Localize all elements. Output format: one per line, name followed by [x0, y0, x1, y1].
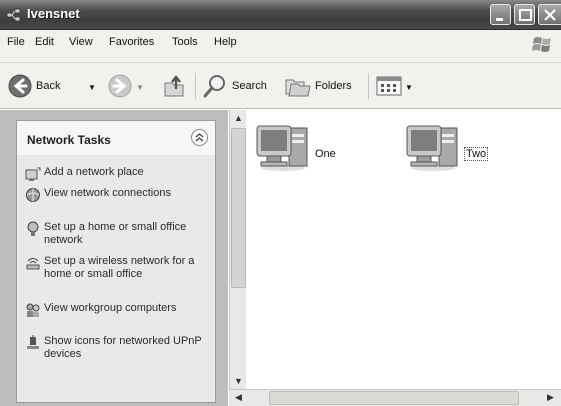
search-label: Search: [232, 80, 267, 92]
menu-help[interactable]: Help: [214, 36, 237, 48]
task-view-network-connections[interactable]: View network connections: [25, 187, 213, 215]
task-label: Set up a wireless network for a home or …: [44, 255, 195, 280]
back-label: Back: [36, 80, 61, 92]
scroll-left-icon[interactable]: ◀: [231, 390, 246, 405]
views-button[interactable]: ▼: [374, 70, 418, 102]
menu-tools[interactable]: Tools: [172, 36, 198, 48]
add-network-place-icon: [25, 166, 41, 182]
folders-icon: [284, 74, 312, 101]
forward-arrow-icon: [108, 74, 132, 101]
menu-view[interactable]: View: [69, 36, 93, 48]
forward-dropdown-icon[interactable]: ▼: [136, 83, 144, 92]
item-label: One: [315, 148, 336, 160]
task-setup-wireless-network[interactable]: Set up a wireless network for a home or …: [25, 255, 213, 295]
scroll-right-icon[interactable]: ▶: [543, 390, 558, 405]
horizontal-scrollbar[interactable]: ◀ ▶: [229, 389, 561, 406]
scroll-up-icon[interactable]: ▲: [231, 111, 246, 126]
task-label: Add a network place: [44, 166, 144, 178]
task-label: View workgroup computers: [44, 302, 177, 314]
menu-bar: File Edit View Favorites Tools Help: [0, 30, 561, 63]
horizontal-scroll-thumb[interactable]: [269, 391, 519, 405]
back-dropdown-icon[interactable]: ▼: [88, 83, 96, 92]
task-show-upnp-icons[interactable]: Show icons for networked UPnP devices: [25, 335, 213, 375]
computer-icon: [403, 120, 463, 175]
close-button[interactable]: [538, 4, 561, 25]
home-network-icon: [25, 221, 41, 237]
vertical-scroll-thumb[interactable]: [231, 128, 246, 288]
network-tasks-title: Network Tasks: [27, 133, 111, 147]
back-button[interactable]: Back ▼: [6, 70, 98, 102]
task-label: Show icons for networked UPnP devices: [44, 335, 202, 360]
scroll-down-icon[interactable]: ▼: [231, 374, 246, 389]
folders-button[interactable]: Folders: [282, 70, 362, 102]
minimize-button[interactable]: [490, 4, 511, 25]
toolbar-separator: [368, 73, 369, 99]
search-button[interactable]: Search: [200, 70, 278, 102]
computer-icon: [253, 120, 313, 175]
task-pane: Network Tasks Add a network place View n…: [0, 110, 228, 406]
wireless-network-icon: [25, 255, 41, 271]
task-label: Set up a home or small office network: [44, 221, 187, 246]
views-dropdown-icon[interactable]: ▼: [405, 83, 413, 92]
menu-file[interactable]: File: [7, 36, 25, 48]
up-folder-icon: [162, 73, 186, 102]
item-label: Two: [463, 147, 489, 161]
toolbar-separator: [195, 73, 196, 99]
task-setup-home-network[interactable]: Set up a home or small office network: [25, 221, 213, 249]
content-area: One Two: [247, 110, 561, 388]
network-tasks-header[interactable]: Network Tasks: [17, 121, 215, 155]
network-connections-icon: [25, 187, 41, 203]
forward-button[interactable]: ▼: [106, 70, 152, 102]
workgroup-icon: [25, 302, 41, 318]
task-label: View network connections: [44, 187, 171, 199]
back-arrow-icon: [8, 74, 32, 101]
up-folder-button[interactable]: [158, 70, 188, 102]
views-icon: [376, 74, 402, 101]
menu-edit[interactable]: Edit: [35, 36, 54, 48]
task-add-network-place[interactable]: Add a network place: [25, 166, 213, 182]
window-title: Ivensnet: [27, 6, 80, 21]
toolbar: Back ▼ ▼ Search Folders ▼: [0, 63, 561, 109]
collapse-icon[interactable]: [191, 129, 208, 146]
search-icon: [202, 73, 228, 102]
vertical-scrollbar[interactable]: ▲ ▼: [229, 110, 246, 390]
windows-logo-icon: [530, 34, 556, 56]
menu-favorites[interactable]: Favorites: [109, 36, 154, 48]
title-bar[interactable]: Ivensnet: [0, 0, 561, 30]
folders-label: Folders: [315, 80, 352, 92]
maximize-button[interactable]: [514, 4, 535, 25]
task-view-workgroup[interactable]: View workgroup computers: [25, 302, 213, 330]
network-icon: [6, 7, 22, 23]
upnp-icon: [25, 335, 41, 351]
network-tasks-panel: Network Tasks Add a network place View n…: [16, 120, 216, 403]
